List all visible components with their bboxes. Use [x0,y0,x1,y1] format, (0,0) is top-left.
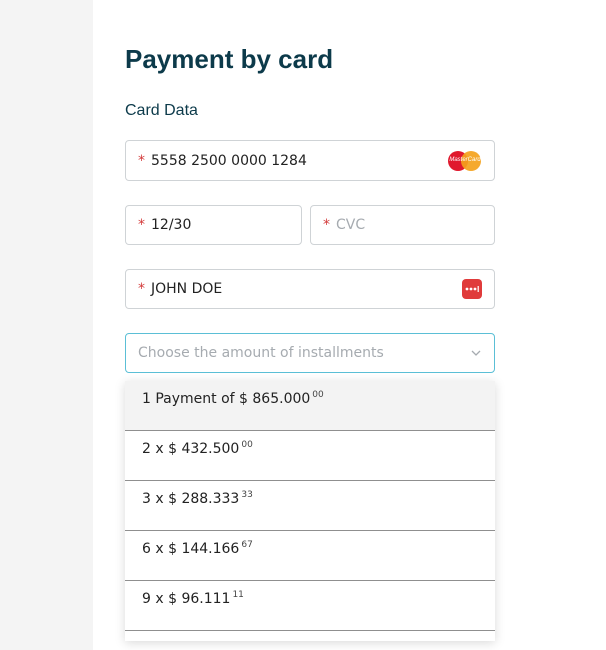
installment-option-cents: 67 [241,540,253,550]
installment-option[interactable]: 2 x $ 432.500 00 [125,431,495,481]
installment-option[interactable]: 9 x $ 96.111 11 [125,581,495,631]
cvc-field[interactable]: * CVC [310,205,495,245]
expiry-value: 12/30 [151,217,192,233]
installment-option[interactable]: 1 Payment of $ 865.000 00 [125,381,495,431]
installments-dropdown: 1 Payment of $ 865.000 00 2 x $ 432.500 00… [125,381,495,641]
installment-option-cents: 00 [312,390,324,400]
required-marker: * [138,217,145,233]
mastercard-logo-text: MasterCard [449,156,481,163]
cardholder-name-field[interactable]: * JOHN DOE [125,269,495,309]
installments-select[interactable]: Choose the amount of installments [125,333,495,373]
installment-option-amount: 6 x $ 144.166 [142,541,240,557]
installment-option-cents: 00 [241,440,253,450]
installment-option[interactable]: 6 x $ 144.166 67 [125,531,495,581]
section-label-card-data: Card Data [125,102,198,119]
cvc-placeholder: CVC [336,217,366,233]
chevron-down-icon [471,350,481,356]
installments-placeholder: Choose the amount of installments [138,345,384,361]
required-marker: * [323,217,330,233]
installment-option-cents: 11 [232,590,244,600]
installment-option[interactable]: 3 x $ 288.333 33 [125,481,495,531]
installment-option-cents: 33 [241,490,253,500]
required-marker: * [138,152,145,169]
card-number-value: 5558 2500 0000 1284 [151,152,307,169]
installment-option-amount: 2 x $ 432.500 [142,441,240,457]
required-marker: * [138,281,145,297]
expiry-field[interactable]: * 12/30 [125,205,302,245]
installment-option-amount: 9 x $ 96.111 [142,591,231,607]
autofill-key-icon[interactable] [462,279,482,299]
cardholder-name-value: JOHN DOE [151,281,223,297]
installment-option-amount: 3 x $ 288.333 [142,491,240,507]
mastercard-icon: MasterCard [448,150,482,172]
page-title: Payment by card [125,44,334,74]
card-number-field[interactable]: * 5558 2500 0000 1284 MasterCard [125,140,495,181]
installment-option-amount: 1 Payment of $ 865.000 [142,391,311,407]
